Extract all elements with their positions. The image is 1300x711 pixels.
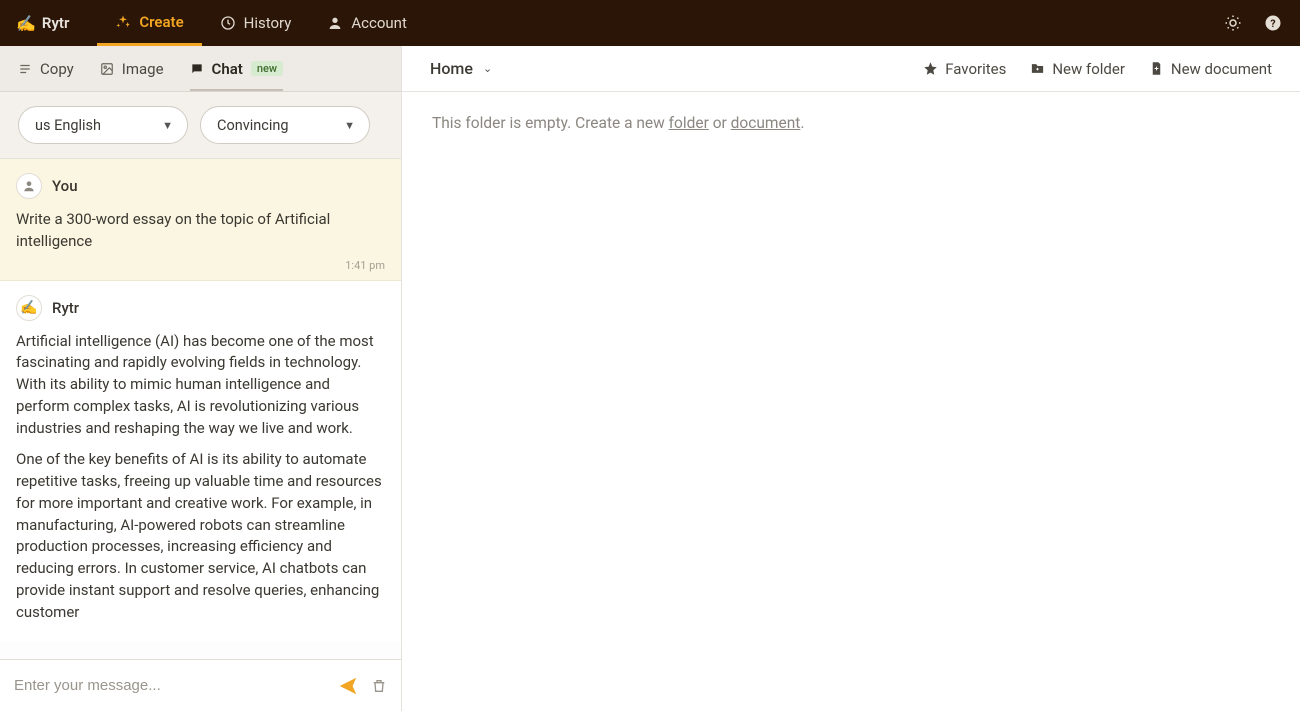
new-document-button[interactable]: New document — [1149, 60, 1272, 78]
empty-folder-link[interactable]: folder — [669, 114, 709, 132]
image-icon — [100, 62, 114, 76]
user-avatar-icon — [16, 173, 42, 199]
help-icon: ? — [1264, 14, 1282, 32]
new-document-label: New document — [1171, 60, 1272, 78]
favorites-label: Favorites — [945, 60, 1006, 78]
subtab-chat[interactable]: Chat new — [190, 47, 283, 91]
brand[interactable]: ✍️ Rytr — [16, 14, 69, 33]
lines-icon — [18, 62, 32, 76]
clear-button[interactable] — [371, 678, 387, 694]
chevron-down-icon: ▼ — [344, 119, 355, 132]
language-value: us English — [35, 117, 101, 134]
nav-history[interactable]: History — [202, 0, 310, 46]
user-message-text: Write a 300-word essay on the topic of A… — [16, 209, 385, 253]
send-button[interactable] — [337, 675, 359, 697]
favorites-button[interactable]: Favorites — [923, 60, 1006, 78]
sun-icon — [1224, 14, 1242, 32]
bot-paragraph: One of the key benefits of AI is its abi… — [16, 449, 385, 623]
star-icon — [923, 61, 938, 76]
subtabs: Copy Image Chat new — [0, 46, 401, 92]
empty-state: This folder is empty. Create a new folde… — [402, 92, 1300, 154]
history-icon — [220, 15, 236, 31]
nav-account[interactable]: Account — [309, 0, 425, 46]
breadcrumb-label: Home — [430, 59, 473, 78]
subtab-copy[interactable]: Copy — [18, 60, 74, 78]
brand-logo-icon: ✍️ — [16, 14, 36, 33]
sparkle-icon — [115, 14, 131, 30]
nav-account-label: Account — [351, 14, 407, 32]
theme-toggle[interactable] — [1222, 12, 1244, 34]
folder-plus-icon — [1030, 61, 1045, 76]
chat-scroll[interactable]: You Write a 300-word essay on the topic … — [0, 159, 401, 659]
subtab-chat-label: Chat — [212, 60, 243, 78]
empty-text-or: or — [709, 114, 731, 132]
empty-text-suffix: . — [800, 114, 804, 132]
subtab-copy-label: Copy — [40, 60, 74, 78]
doc-toolbar: Home ⌄ Favorites New folder New document — [402, 46, 1300, 92]
doc-actions: Favorites New folder New document — [923, 60, 1272, 78]
bot-message: ✍️ Rytr Artificial intelligence (AI) has… — [0, 281, 401, 642]
chat-input-bar — [0, 659, 401, 711]
tone-select[interactable]: Convincing ▼ — [200, 106, 370, 144]
new-folder-label: New folder — [1052, 60, 1125, 78]
right-panel: Home ⌄ Favorites New folder New document — [402, 46, 1300, 711]
empty-text-prefix: This folder is empty. Create a new — [432, 114, 669, 132]
chat-selectors: us English ▼ Convincing ▼ — [0, 92, 401, 159]
document-plus-icon — [1149, 61, 1164, 76]
top-nav: ✍️ Rytr Create History Account ? — [0, 0, 1300, 46]
nav-create-label: Create — [139, 13, 183, 31]
empty-document-link[interactable]: document — [731, 114, 801, 132]
nav-links: Create History Account — [97, 0, 425, 46]
bot-avatar-icon: ✍️ — [16, 295, 42, 321]
breadcrumb[interactable]: Home ⌄ — [430, 59, 492, 78]
user-message: You Write a 300-word essay on the topic … — [0, 159, 401, 281]
brand-name: Rytr — [42, 14, 69, 32]
nav-create[interactable]: Create — [97, 0, 201, 46]
bot-paragraph: Artificial intelligence (AI) has become … — [16, 331, 385, 440]
svg-text:?: ? — [1270, 17, 1275, 30]
nav-utility-icons: ? — [1222, 12, 1284, 34]
nav-history-label: History — [244, 14, 292, 32]
send-icon — [337, 675, 359, 697]
subtab-image-label: Image — [122, 60, 164, 78]
chat-icon — [190, 62, 204, 76]
bot-message-text: Artificial intelligence (AI) has become … — [16, 331, 385, 624]
help-button[interactable]: ? — [1262, 12, 1284, 34]
bot-name-label: Rytr — [52, 299, 79, 317]
chevron-down-icon: ⌄ — [483, 62, 492, 75]
new-badge: new — [251, 61, 283, 76]
subtab-image[interactable]: Image — [100, 60, 164, 78]
user-name-label: You — [52, 177, 78, 195]
trash-icon — [371, 678, 387, 694]
chat-input[interactable] — [14, 677, 325, 694]
user-message-time: 1:41 pm — [16, 259, 385, 272]
left-panel: Copy Image Chat new us English ▼ — [0, 46, 402, 711]
user-icon — [327, 15, 343, 31]
language-select[interactable]: us English ▼ — [18, 106, 188, 144]
chevron-down-icon: ▼ — [162, 119, 173, 132]
new-folder-button[interactable]: New folder — [1030, 60, 1125, 78]
tone-value: Convincing — [217, 117, 289, 134]
